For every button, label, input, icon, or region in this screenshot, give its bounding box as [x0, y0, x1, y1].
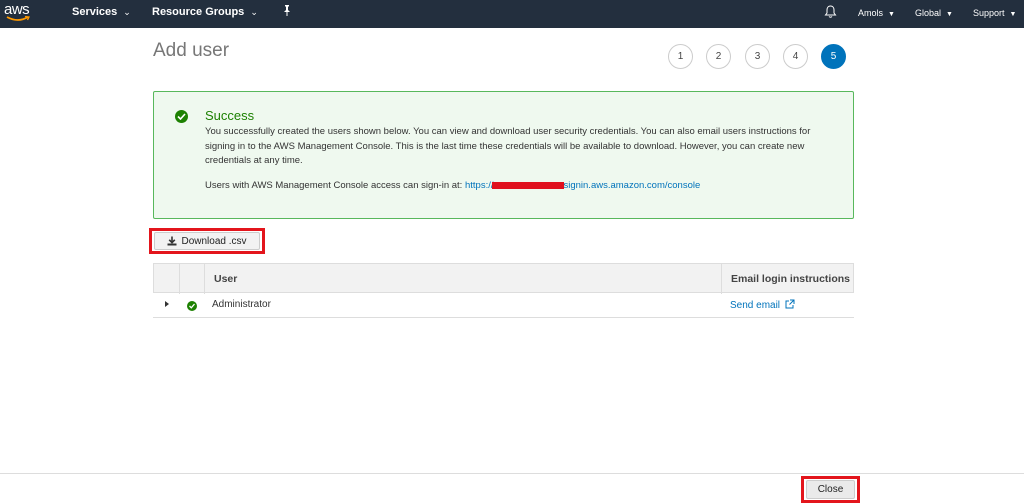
chevron-down-icon: ⌄ [250, 7, 258, 17]
success-alert: Success You successfully created the use… [153, 91, 854, 219]
aws-smile-icon [6, 16, 30, 21]
console-signin-link[interactable]: https:// signin.aws.amazon.com/console [465, 180, 700, 191]
download-csv-button[interactable]: Download .csv [154, 232, 260, 250]
bell-icon[interactable] [824, 5, 837, 22]
aws-logo[interactable]: aws [4, 0, 38, 28]
success-check-icon [175, 110, 188, 123]
column-divider [204, 264, 205, 294]
success-heading: Success [205, 108, 255, 123]
step-1[interactable]: 1 [668, 44, 693, 69]
account-label: Amols [858, 8, 884, 18]
resource-groups-menu[interactable]: Resource Groups ⌄ [152, 6, 258, 18]
chevron-down-icon: ▼ [946, 11, 953, 18]
chevron-down-icon: ⌄ [123, 7, 131, 17]
download-icon [167, 236, 177, 246]
redaction-bar [492, 181, 565, 189]
footer-divider [0, 473, 1024, 474]
column-header-user[interactable]: User [214, 264, 237, 294]
step-4[interactable]: 4 [783, 44, 808, 69]
success-check-icon [187, 301, 197, 311]
region-label: Global [915, 8, 942, 18]
chevron-down-icon: ▼ [888, 11, 895, 18]
table-row: Administrator Send email [153, 293, 854, 318]
services-label: Services [72, 6, 118, 18]
support-label: Support [973, 8, 1005, 18]
download-csv-label: Download .csv [181, 235, 247, 247]
table-header: User Email login instructions [153, 263, 854, 294]
signin-prefix: Users with AWS Management Console access… [205, 180, 463, 191]
close-button[interactable]: Close [806, 480, 855, 499]
signin-info: Users with AWS Management Console access… [205, 180, 700, 191]
region-menu[interactable]: Global ▼ [915, 8, 953, 18]
column-header-email[interactable]: Email login instructions [731, 264, 850, 294]
page-title: Add user [153, 40, 230, 61]
support-menu[interactable]: Support ▼ [973, 8, 1016, 18]
expand-caret-icon[interactable] [165, 301, 169, 307]
step-5[interactable]: 5 [821, 44, 846, 69]
services-menu[interactable]: Services ⌄ [72, 6, 131, 18]
step-2[interactable]: 2 [706, 44, 731, 69]
column-divider [179, 264, 180, 294]
external-link-icon [785, 299, 795, 309]
step-3[interactable]: 3 [745, 44, 770, 69]
column-divider [721, 264, 722, 294]
console-link-end: signin.aws.amazon.com/console [563, 180, 701, 191]
send-email-label: Send email [730, 300, 781, 311]
chevron-down-icon: ▼ [1009, 11, 1017, 18]
email-cell: Send email [730, 299, 795, 311]
pin-icon[interactable] [282, 5, 292, 20]
resource-groups-label: Resource Groups [152, 6, 245, 18]
success-message: You successfully created the users shown… [205, 126, 811, 166]
user-name-cell: Administrator [212, 299, 271, 310]
send-email-link[interactable]: Send email [730, 300, 780, 311]
top-nav: aws Services ⌄ Resource Groups ⌄ Amols ▼ Gl… [0, 0, 1024, 28]
console-link-start: https:// [464, 180, 494, 191]
account-menu[interactable]: Amols ▼ [858, 8, 895, 18]
